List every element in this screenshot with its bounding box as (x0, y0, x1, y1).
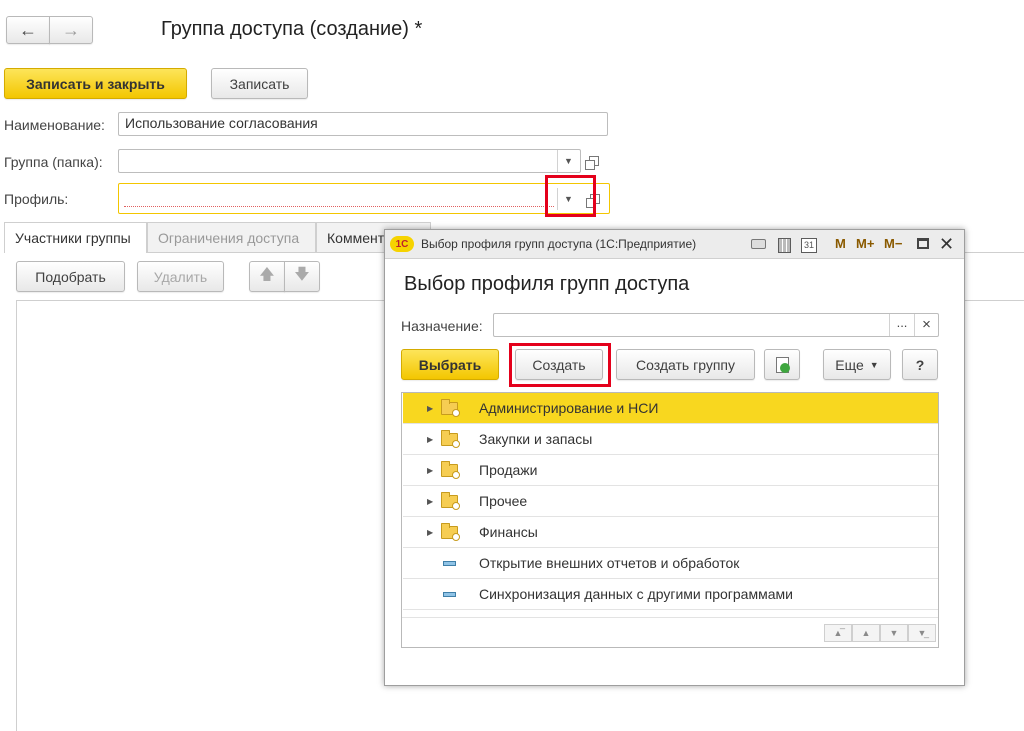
calculator-icon[interactable] (775, 236, 793, 254)
memory-m-button[interactable]: M (835, 236, 846, 251)
folder-icon (441, 523, 460, 541)
highlight-profile-dropdown (545, 175, 596, 217)
save-button[interactable]: Записать (211, 68, 308, 99)
group-field[interactable] (118, 149, 581, 173)
expand-arrow-icon[interactable]: ▶ (427, 497, 433, 506)
chevron-down-icon: ▼ (869, 359, 879, 370)
group-label: Группа (папка): (4, 154, 103, 170)
more-label: Еще (835, 356, 864, 373)
calendar-icon[interactable]: 31 (799, 236, 819, 254)
scroll-up-button[interactable]: ▲ (852, 624, 880, 642)
create-group-button[interactable]: Создать группу (616, 349, 755, 380)
dialog-heading: Выбор профиля групп доступа (404, 273, 690, 295)
expand-arrow-icon[interactable]: ▶ (427, 404, 433, 413)
tab-group-members[interactable]: Участники группы (4, 222, 147, 253)
tab-label: Участники группы (15, 230, 131, 246)
print-icon[interactable] (748, 236, 768, 252)
copy-button[interactable] (764, 349, 800, 380)
list-footer: ▲̅ ▲ ▼ ▼̲ (402, 617, 938, 647)
list-item[interactable]: ▶ Финансы (403, 517, 938, 548)
arrow-up-icon: 🡅 (259, 266, 275, 283)
save-and-close-button[interactable]: Записать и закрыть (4, 68, 187, 99)
purpose-field[interactable] (493, 313, 939, 337)
name-label: Наименование: (4, 117, 105, 133)
open-window-icon (585, 156, 599, 170)
more-button[interactable]: Еще ▼ (823, 349, 891, 380)
list-item[interactable]: ▶ Администрирование и НСИ (403, 393, 938, 424)
select-button[interactable]: Выбрать (401, 349, 499, 380)
profiles-list[interactable]: ▶ Администрирование и НСИ ▶ Закупки и за… (401, 392, 939, 648)
profile-label: Профиль: (4, 191, 69, 207)
purpose-select-button[interactable]: ... (889, 314, 914, 336)
scroll-first-button[interactable]: ▲̅ (824, 624, 852, 642)
purpose-clear-button[interactable]: × (914, 314, 938, 336)
chevron-down-icon: ▼ (564, 156, 573, 166)
expand-arrow-icon[interactable]: ▶ (427, 435, 433, 444)
group-dropdown-button[interactable]: ▼ (557, 150, 579, 172)
folder-icon (441, 430, 460, 448)
pick-button[interactable]: Подобрать (16, 261, 125, 292)
delete-button[interactable]: Удалить (137, 261, 224, 292)
expand-arrow-icon[interactable]: ▶ (427, 466, 433, 475)
folder-icon (441, 399, 460, 417)
list-item[interactable]: Синхронизация данных с другими программа… (403, 579, 938, 610)
arrow-down-icon: 🡇 (294, 266, 310, 283)
back-button[interactable]: ← (6, 16, 50, 44)
arrow-right-icon: → (62, 19, 80, 40)
memory-m-minus-button[interactable]: M− (884, 236, 902, 251)
add-document-icon (775, 356, 790, 373)
help-button[interactable]: ? (902, 349, 938, 380)
tab-access-restrictions[interactable]: Ограничения доступа (147, 222, 316, 252)
dialog-window-title: Выбор профиля групп доступа (1С:Предприя… (421, 237, 697, 251)
group-open-button[interactable] (583, 149, 605, 173)
tab-label: Коммент (327, 229, 385, 246)
profile-selection-dialog: 1С Выбор профиля групп доступа (1С:Предп… (384, 229, 965, 686)
scroll-last-button[interactable]: ▼̲ (908, 624, 936, 642)
close-icon[interactable]: ✕ (939, 234, 954, 255)
arrow-left-icon: ← (19, 19, 37, 40)
item-icon (443, 561, 456, 566)
1c-logo-icon: 1С (390, 236, 414, 252)
list-item[interactable]: ▶ Прочее (403, 486, 938, 517)
purpose-label: Назначение: (401, 318, 483, 334)
folder-icon (441, 461, 460, 479)
profile-required-underline (124, 206, 554, 207)
list-item[interactable]: ▶ Продажи (403, 455, 938, 486)
scroll-down-button[interactable]: ▼ (880, 624, 908, 642)
list-item[interactable]: ▶ Закупки и запасы (403, 424, 938, 455)
move-up-button[interactable]: 🡅 (249, 261, 285, 292)
folder-icon (441, 492, 460, 510)
highlight-create-button (509, 343, 611, 387)
memory-m-plus-button[interactable]: M+ (856, 236, 874, 251)
page-title: Группа доступа (создание) * (161, 18, 423, 40)
move-down-button[interactable]: 🡇 (284, 261, 320, 292)
maximize-icon[interactable] (916, 236, 930, 250)
tab-label: Ограничения доступа (158, 229, 300, 246)
expand-arrow-icon[interactable]: ▶ (427, 528, 433, 537)
name-field[interactable]: Использование согласования (118, 112, 608, 136)
profile-field[interactable] (118, 183, 610, 214)
list-item[interactable]: Открытие внешних отчетов и обработок (403, 548, 938, 579)
dialog-titlebar: 1С Выбор профиля групп доступа (1С:Предп… (385, 230, 964, 259)
item-icon (443, 592, 456, 597)
forward-button[interactable]: → (49, 16, 93, 44)
